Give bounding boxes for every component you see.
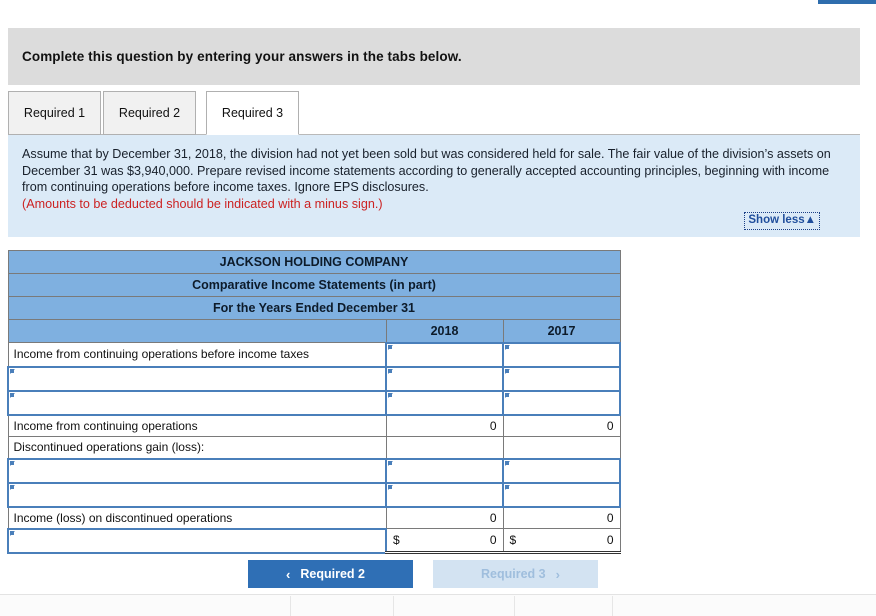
- top-blue-bar-fragment: [818, 0, 876, 4]
- tab-strip: Required 1 Required 2 Required 3: [8, 91, 860, 135]
- value-cell-2018-4: [385, 436, 504, 459]
- input-cell-label-6[interactable]: [7, 481, 387, 508]
- total-cell-2017: $ 0: [502, 528, 621, 554]
- bottom-toolbar: [0, 595, 876, 616]
- tab-required-2[interactable]: Required 2: [103, 91, 196, 135]
- input-cell-2018-6[interactable]: [385, 481, 504, 508]
- tab-required-3[interactable]: Required 3: [206, 91, 299, 135]
- row-label-4: Discontinued operations gain (loss):: [7, 436, 387, 459]
- table-row: [7, 481, 622, 508]
- column-header-2018: 2018: [385, 319, 504, 343]
- row-label-7: Income (loss) on discontinued operations: [7, 506, 387, 529]
- table-row: Income from continuing operations 0 0: [7, 414, 621, 437]
- value-cell-2017-7: 0: [502, 506, 621, 529]
- input-cell-2018-0[interactable]: [385, 341, 504, 368]
- total-value-2017: 0: [606, 533, 614, 547]
- input-cell-2017-2[interactable]: [501, 389, 622, 416]
- table-row: Income from continuing operations before…: [7, 341, 622, 368]
- toolbar-cell-divider-3: [514, 596, 515, 616]
- instruction-panel: Assume that by December 31, 2018, the di…: [8, 135, 860, 237]
- total-value-2018: 0: [489, 533, 497, 547]
- total-cell-2018: $ 0: [385, 528, 504, 554]
- statement-title-row-2: For the Years Ended December 31: [7, 296, 621, 320]
- input-cell-2017-6[interactable]: [501, 481, 622, 508]
- value-cell-2018-3: 0: [385, 414, 504, 437]
- row-label-3: Income from continuing operations: [7, 414, 387, 437]
- value-cell-2017-4: [502, 436, 621, 459]
- table-row: [7, 389, 622, 416]
- question-banner-text: Complete this question by entering your …: [22, 49, 462, 64]
- toolbar-cell-divider-2: [393, 596, 394, 616]
- question-banner: Complete this question by entering your …: [8, 28, 860, 85]
- row-label-0: Income from continuing operations before…: [7, 342, 387, 367]
- prev-required-button[interactable]: ‹ Required 2: [248, 560, 413, 588]
- table-row: Income (loss) on discontinued operations…: [7, 506, 621, 529]
- statement-column-header-row: 2018 2017: [7, 319, 621, 343]
- input-cell-2017-5[interactable]: [501, 457, 622, 484]
- statement-title-row-0: JACKSON HOLDING COMPANY: [7, 250, 621, 274]
- income-statement-table: JACKSON HOLDING COMPANY Comparative Inco…: [7, 250, 622, 554]
- table-row: [7, 365, 622, 392]
- statement-period: For the Years Ended December 31: [7, 296, 621, 320]
- instruction-warning: (Amounts to be deducted should be indica…: [22, 196, 383, 211]
- table-row: [7, 457, 622, 484]
- page-root: Complete this question by entering your …: [0, 0, 876, 616]
- toolbar-cell-divider-1: [290, 596, 291, 616]
- currency-symbol-2018: $: [393, 533, 400, 547]
- next-required-label: Required 3: [481, 567, 546, 581]
- statement-body: JACKSON HOLDING COMPANY Comparative Inco…: [7, 250, 622, 554]
- input-cell-2017-1[interactable]: [501, 365, 622, 392]
- input-cell-label-1[interactable]: [7, 365, 387, 392]
- table-row: Discontinued operations gain (loss):: [7, 436, 621, 459]
- chevron-right-icon: ›: [555, 566, 560, 582]
- table-row-total: $ 0 $ 0: [7, 527, 621, 554]
- next-required-button[interactable]: Required 3 ›: [433, 560, 598, 588]
- column-header-2017: 2017: [502, 319, 621, 343]
- toolbar-cell-divider-4: [612, 596, 613, 616]
- statement-subtitle: Comparative Income Statements (in part): [7, 273, 621, 297]
- input-cell-label-2[interactable]: [7, 389, 387, 416]
- input-cell-2018-1[interactable]: [385, 365, 504, 392]
- input-cell-2018-2[interactable]: [385, 389, 504, 416]
- input-cell-2018-5[interactable]: [385, 457, 504, 484]
- show-less-wrapper: Show less▲: [744, 210, 820, 230]
- value-cell-2018-7: 0: [385, 506, 504, 529]
- input-cell-label-8[interactable]: [7, 527, 387, 554]
- tab-required-1[interactable]: Required 1: [8, 91, 101, 135]
- show-less-button[interactable]: Show less▲: [744, 212, 820, 230]
- statement-company-name: JACKSON HOLDING COMPANY: [7, 250, 621, 274]
- input-cell-label-5[interactable]: [7, 457, 387, 484]
- toolbar-glyph-group: [470, 610, 514, 616]
- column-header-blank: [7, 319, 387, 343]
- prev-required-label: Required 2: [300, 567, 365, 581]
- instruction-body: Assume that by December 31, 2018, the di…: [22, 147, 831, 194]
- input-cell-2017-0[interactable]: [501, 341, 622, 368]
- currency-symbol-2017: $: [509, 533, 517, 547]
- value-cell-2017-3: 0: [502, 414, 621, 437]
- statement-title-row-1: Comparative Income Statements (in part): [7, 273, 621, 297]
